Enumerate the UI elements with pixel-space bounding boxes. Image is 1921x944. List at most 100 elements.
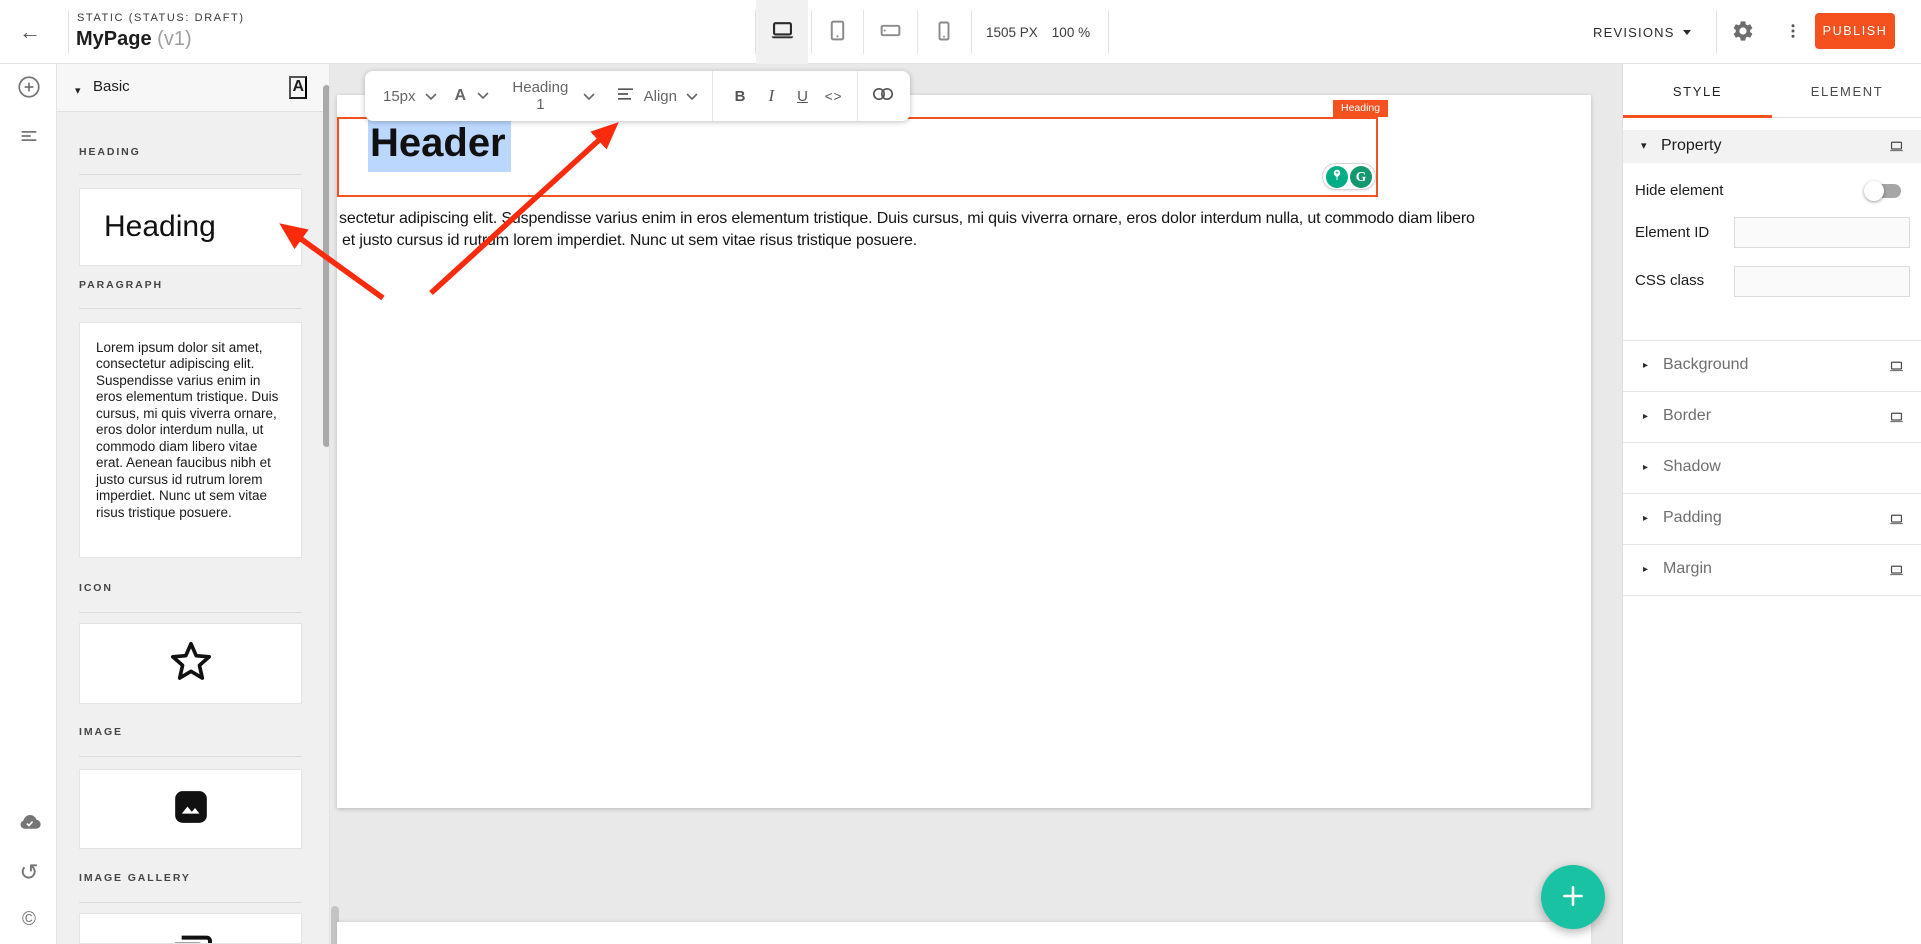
device-phone-portrait-button[interactable] (918, 0, 970, 64)
gear-icon (1731, 19, 1755, 46)
code-button[interactable]: <> (821, 81, 847, 111)
lightbulb-plus-icon (1329, 167, 1345, 186)
palette-scrollbar[interactable] (323, 85, 330, 447)
element-id-input[interactable] (1734, 217, 1910, 248)
back-button[interactable]: ← (14, 17, 46, 47)
suggestion-bulb-button[interactable] (1326, 166, 1348, 188)
style-section-list: ▸ Background ▸ Border ▸ Shadow ▸ Padding… (1623, 340, 1921, 596)
heading-card-preview: Heading (104, 210, 216, 244)
phone-portrait-icon (932, 19, 956, 46)
property-section-title: Property (1661, 137, 1721, 155)
revisions-button[interactable]: REVISIONS (1593, 0, 1691, 64)
section-label-paragraph: PARAGRAPH (79, 279, 163, 291)
section-row-margin[interactable]: ▸ Margin (1623, 545, 1921, 596)
caret-right-icon: ▸ (1643, 411, 1648, 422)
kebab-menu-icon (1784, 22, 1802, 43)
grammarly-g-icon: G (1356, 169, 1367, 185)
section-row-border[interactable]: ▸ Border (1623, 392, 1921, 443)
section-row-padding[interactable]: ▸ Padding (1623, 494, 1921, 545)
icon-element-card[interactable] (79, 623, 302, 704)
writing-assistant-pill: G (1322, 163, 1376, 190)
hide-element-label: Hide element (1635, 182, 1723, 199)
image-element-card[interactable] (79, 769, 302, 849)
section-label-image: IMAGE (79, 726, 123, 738)
align-lines-icon (617, 87, 635, 105)
divider (79, 308, 302, 309)
viewport-width-label: 1505 PX (986, 25, 1038, 40)
paragraph-element-card[interactable]: Lorem ipsum dolor sit amet, consectetur … (79, 322, 302, 558)
element-palette-sidebar: ▾ Basic A HEADING Heading PARAGRAPH Lore… (57, 64, 330, 944)
device-desktop-button[interactable] (756, 0, 808, 64)
property-section-header[interactable]: ▾ Property (1623, 130, 1921, 163)
divider (857, 71, 858, 121)
plus-circle-icon (16, 74, 42, 106)
paragraph-element-line2[interactable]: et justo cursus id rutrum lorem imperdie… (342, 232, 917, 250)
chevron-down-icon (477, 87, 489, 105)
heading-element[interactable]: Header (368, 121, 511, 166)
paragraph-card-preview: Lorem ipsum dolor sit amet, consectetur … (96, 340, 278, 520)
tab-element[interactable]: ELEMENT (1772, 64, 1921, 118)
block-format-dropdown[interactable]: Heading 1 (509, 79, 595, 113)
divider (79, 174, 302, 175)
palette-group-header[interactable]: ▾ Basic A (57, 64, 329, 112)
style-inspector-panel: STYLE ELEMENT ▾ Property Hide element El… (1622, 64, 1921, 944)
heading-element-card[interactable]: Heading (79, 188, 302, 266)
page-builder-app: ← STATIC (STATUS: DRAFT) MyPage (v1) (0, 0, 1921, 944)
element-id-label: Element ID (1635, 224, 1709, 241)
tab-style[interactable]: STYLE (1623, 64, 1772, 118)
paragraph-element-line1[interactable]: sectetur adipiscing elit. Suspendisse va… (339, 210, 1475, 228)
publish-button[interactable]: PUBLISH (1815, 13, 1895, 49)
hide-element-toggle[interactable] (1867, 184, 1901, 198)
history-icon: ↺ (19, 859, 38, 886)
phone-landscape-icon (878, 18, 903, 46)
link-button[interactable] (870, 81, 896, 111)
bold-button[interactable]: B (727, 81, 753, 111)
link-chain-icon (871, 86, 895, 106)
divider (712, 71, 713, 121)
text-color-button[interactable]: A (455, 87, 490, 105)
more-options-button[interactable] (1777, 16, 1809, 48)
align-dropdown[interactable]: Align (617, 87, 698, 105)
page-surface (337, 95, 1591, 808)
css-class-label: CSS class (1635, 272, 1704, 289)
device-tablet-button[interactable] (811, 0, 863, 64)
cloud-sync-button[interactable] (16, 811, 42, 837)
history-button[interactable]: ↺ (16, 859, 42, 885)
divider (1716, 10, 1717, 54)
add-section-fab-button[interactable] (1541, 865, 1605, 929)
caret-right-icon: ▸ (1643, 564, 1648, 575)
layers-button[interactable] (16, 126, 42, 152)
caret-right-icon: ▸ (1643, 462, 1648, 473)
caret-right-icon: ▸ (1643, 360, 1648, 371)
device-phone-landscape-button[interactable] (864, 0, 916, 64)
page-status-label: STATIC (STATUS: DRAFT) (77, 12, 245, 24)
copyright-button[interactable]: © (16, 907, 42, 933)
caret-down-icon: ▾ (1641, 139, 1647, 152)
selection-tag: Heading (1333, 100, 1388, 117)
css-class-input[interactable] (1734, 266, 1910, 297)
typography-icon[interactable]: A (289, 76, 307, 99)
grammarly-button[interactable]: G (1350, 166, 1372, 188)
add-element-button[interactable] (16, 77, 42, 103)
page-title: MyPage (v1) (76, 28, 192, 51)
underline-button[interactable]: U (789, 81, 815, 111)
image-icon (171, 787, 211, 832)
divider (971, 10, 972, 54)
divider (79, 756, 302, 757)
laptop-icon (1888, 562, 1905, 584)
text-format-toolbar: 15px A Heading 1 Align B I U <> (365, 71, 910, 121)
settings-button[interactable] (1727, 16, 1759, 48)
top-bar: ← STATIC (STATUS: DRAFT) MyPage (v1) (0, 0, 1921, 64)
font-size-dropdown[interactable]: 15px (383, 88, 437, 105)
italic-button[interactable]: I (758, 81, 784, 111)
laptop-icon (1888, 358, 1905, 380)
inspector-tabs: STYLE ELEMENT (1623, 64, 1921, 118)
active-tab-indicator (1623, 115, 1772, 118)
plus-icon (1560, 883, 1586, 912)
section-row-shadow[interactable]: ▸ Shadow (1623, 443, 1921, 494)
section-row-background[interactable]: ▸ Background (1623, 341, 1921, 392)
image-gallery-element-card[interactable] (79, 913, 302, 944)
section-label-heading: HEADING (79, 146, 141, 158)
laptop-icon (1888, 511, 1905, 533)
chevron-down-icon (583, 88, 595, 105)
